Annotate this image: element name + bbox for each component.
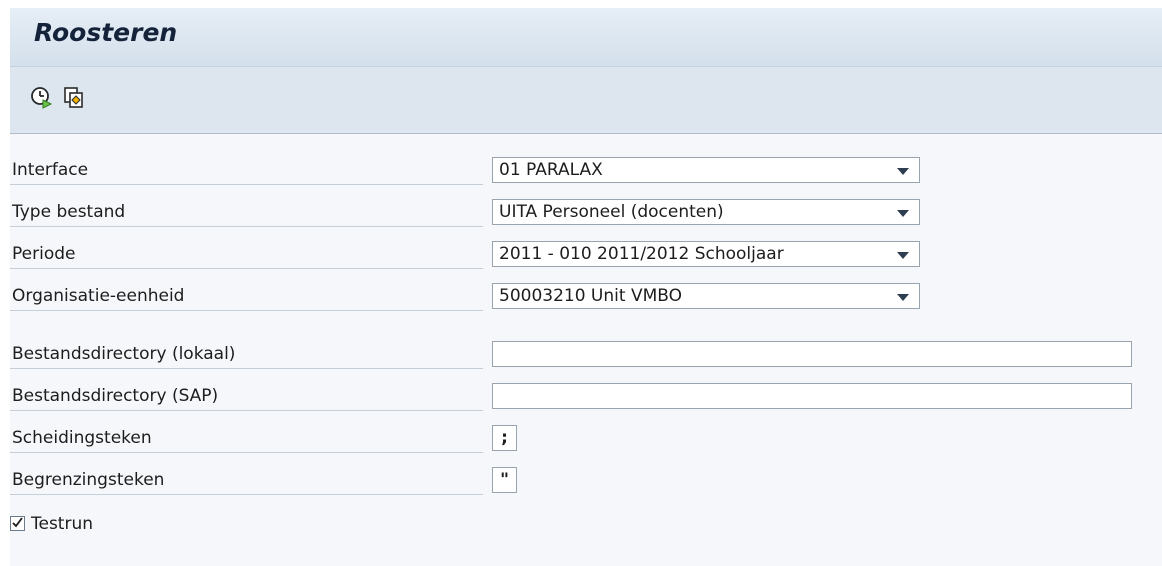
selection-screen: Interface 01 PARALAX Type bestand UITA P… [10,134,1162,566]
dir-sap-label: Bestandsdirectory (SAP) [10,383,483,411]
dir-lokaal-input[interactable] [492,341,1132,367]
interface-select[interactable]: 01 PARALAX [492,157,920,183]
chevron-down-icon[interactable] [897,210,909,217]
toolbar [10,67,1162,134]
type-bestand-select[interactable]: UITA Personeel (docenten) [492,199,920,225]
testrun-checkbox[interactable] [10,516,25,531]
app-window: Roosteren Interface 01 PARALAX Type best… [10,8,1162,566]
begrenzingsteken-input[interactable]: " [492,467,517,493]
organisatie-label: Organisatie-eenheid [10,283,483,311]
title-bar: Roosteren [10,8,1162,67]
dir-lokaal-label: Bestandsdirectory (lokaal) [10,341,483,369]
variants-button[interactable] [60,86,88,114]
chevron-down-icon[interactable] [897,294,909,301]
interface-label: Interface [10,157,483,185]
periode-label: Periode [10,241,483,269]
execute-clock-icon [29,85,55,115]
dir-sap-input[interactable] [492,383,1132,409]
page-title: Roosteren [34,18,178,47]
scheidingsteken-input[interactable]: ; [492,425,517,451]
chevron-down-icon[interactable] [897,168,909,175]
begrenzingsteken-label: Begrenzingsteken [10,467,483,495]
organisatie-select[interactable]: 50003210 Unit VMBO [492,283,920,309]
variants-icon [61,85,87,115]
checkmark-icon [11,514,24,533]
periode-select[interactable]: 2011 - 010 2011/2012 Schooljaar [492,241,920,267]
chevron-down-icon[interactable] [897,252,909,259]
execute-button[interactable] [28,86,56,114]
scheidingsteken-label: Scheidingsteken [10,425,483,453]
interface-value: 01 PARALAX [499,160,603,180]
type-bestand-label: Type bestand [10,199,483,227]
testrun-label: Testrun [31,514,94,534]
type-bestand-value: UITA Personeel (docenten) [499,202,724,222]
periode-value: 2011 - 010 2011/2012 Schooljaar [499,244,784,264]
organisatie-value: 50003210 Unit VMBO [499,286,682,306]
